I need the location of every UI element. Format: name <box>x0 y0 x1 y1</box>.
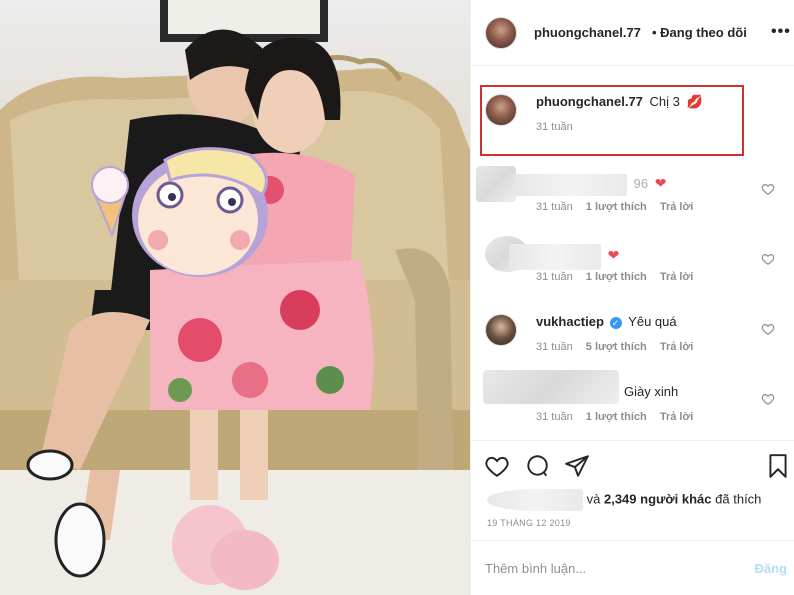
comment-time[interactable]: 31 tuần <box>536 201 573 213</box>
like-comment-heart-icon[interactable] <box>761 392 775 406</box>
likes-suffix: đã thích <box>715 491 762 507</box>
bookmark-icon[interactable] <box>765 453 791 479</box>
author-avatar[interactable] <box>485 17 517 49</box>
author-username[interactable]: phuongchanel.77 <box>534 25 641 40</box>
like-comment-heart-icon[interactable] <box>761 182 775 196</box>
comment-icon[interactable] <box>524 453 550 479</box>
comment-text: 96 <box>633 176 649 192</box>
reply-button[interactable]: Trả lời <box>660 201 694 213</box>
comment-line: ❤ <box>509 244 619 270</box>
post-image <box>0 0 470 595</box>
comment-item: Giày xinh 31 tuần 1 lượt thích Trả lời <box>471 370 794 440</box>
blurred-username <box>515 174 627 196</box>
more-horizontal-icon[interactable]: ••• <box>771 24 791 40</box>
comment-likes[interactable]: 5 lượt thích <box>586 341 647 353</box>
post-comment-button[interactable]: Đăng <box>755 561 788 576</box>
comment-text: Yêu quá <box>628 314 677 329</box>
likes-connector: và <box>586 491 601 507</box>
comment-likes[interactable]: 1 lượt thích <box>586 201 647 213</box>
like-comment-heart-icon[interactable] <box>761 322 775 336</box>
comment-likes[interactable]: 1 lượt thích <box>586 271 647 283</box>
blurred-avatar <box>476 166 516 202</box>
post-header: phuongchanel.77 • Đang theo dõi ••• <box>471 0 794 66</box>
comment-meta: 31 tuần 1 lượt thích Trả lời <box>536 411 703 423</box>
reply-button[interactable]: Trả lời <box>660 411 694 423</box>
comment-meta: 31 tuần 1 lượt thích Trả lời <box>536 271 703 283</box>
comment-time[interactable]: 31 tuần <box>536 411 573 423</box>
comment-line: vukhactiep ✓ Yêu quá <box>536 314 677 329</box>
heart-icon[interactable] <box>484 453 510 479</box>
highlight-box <box>480 85 744 156</box>
comment-item: ❤ 31 tuần 1 lượt thích Trả lời <box>471 230 794 300</box>
comments-list: phuongchanel.77 Chị 3 💋 31 tuần 96 ❤ 31 … <box>471 66 794 440</box>
likes-summary: và 2,349 người khác đã thích <box>487 489 761 511</box>
comment-meta: 31 tuần 5 lượt thích Trả lời <box>536 341 703 353</box>
comment-line: 96 ❤ <box>515 174 666 196</box>
comment-time[interactable]: 31 tuần <box>536 341 573 353</box>
share-icon[interactable] <box>564 453 590 479</box>
post-actions: và 2,349 người khác đã thích 19 THÁNG 12… <box>471 440 794 540</box>
reply-button[interactable]: Trả lời <box>660 271 694 283</box>
comment-meta: 31 tuần 1 lượt thích Trả lời <box>536 201 703 213</box>
blurred-username <box>509 244 601 270</box>
reply-button[interactable]: Trả lời <box>660 341 694 353</box>
post-photo[interactable] <box>0 0 470 595</box>
comment-avatar[interactable] <box>485 314 517 346</box>
post-date[interactable]: 19 THÁNG 12 2019 <box>487 518 571 528</box>
add-comment-input[interactable] <box>485 557 735 579</box>
comment-likes[interactable]: 1 lượt thích <box>586 411 647 423</box>
follow-status[interactable]: • Đang theo dõi <box>652 25 747 40</box>
verified-badge-icon: ✓ <box>609 316 622 329</box>
red-heart-emoji: ❤ <box>654 175 667 192</box>
blurred-user-block <box>483 370 619 404</box>
comment-item: vukhactiep ✓ Yêu quá 31 tuần 5 lượt thíc… <box>471 300 794 370</box>
comment-time[interactable]: 31 tuần <box>536 271 573 283</box>
comment-item: 96 ❤ 31 tuần 1 lượt thích Trả lời <box>471 160 794 230</box>
blurred-liker <box>487 489 583 511</box>
comment-line: Giày xinh <box>621 384 678 399</box>
post-side-panel: phuongchanel.77 • Đang theo dõi ••• phuo… <box>470 0 794 595</box>
like-comment-heart-icon[interactable] <box>761 252 775 266</box>
red-heart-emoji: ❤ <box>607 247 620 264</box>
comment-username[interactable]: vukhactiep <box>536 314 604 329</box>
likes-count[interactable]: 2,349 người khác <box>604 491 712 506</box>
add-comment-bar: Đăng <box>471 540 794 595</box>
comment-text: Giày xinh <box>624 384 679 399</box>
